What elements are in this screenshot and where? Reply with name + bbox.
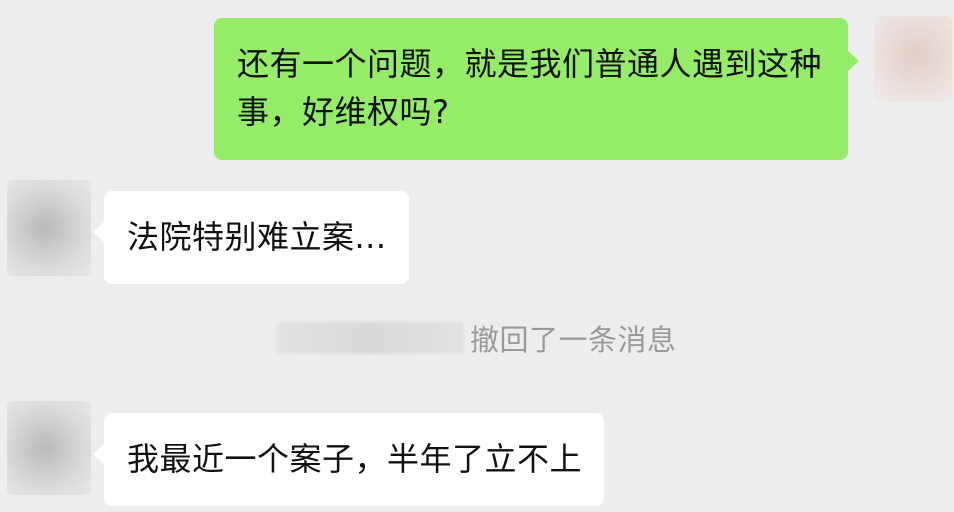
recall-notice-text: 撤回了一条消息 (470, 323, 677, 357)
chat-view: 还有一个问题，就是我们普通人遇到这种事，好维权吗? 法院特别难立案... 撤回了… (0, 0, 954, 512)
my-message-bubble[interactable]: 还有一个问题，就是我们普通人遇到这种事，好维权吗? (214, 18, 859, 160)
my-avatar[interactable] (874, 16, 952, 102)
contact-message-bubble[interactable]: 我最近一个案子，半年了立不上 (92, 413, 605, 506)
message-text: 还有一个问题，就是我们普通人遇到这种事，好维权吗? (237, 45, 823, 131)
contact-avatar[interactable] (7, 401, 91, 495)
message-text: 法院特别难立案... (127, 218, 387, 256)
contact-avatar[interactable] (7, 180, 91, 276)
message-text: 我最近一个案子，半年了立不上 (127, 440, 583, 478)
recall-notice: 撤回了一条消息 (276, 318, 677, 358)
blurred-sender-name (276, 322, 464, 354)
contact-message-bubble[interactable]: 法院特别难立案... (93, 191, 409, 284)
